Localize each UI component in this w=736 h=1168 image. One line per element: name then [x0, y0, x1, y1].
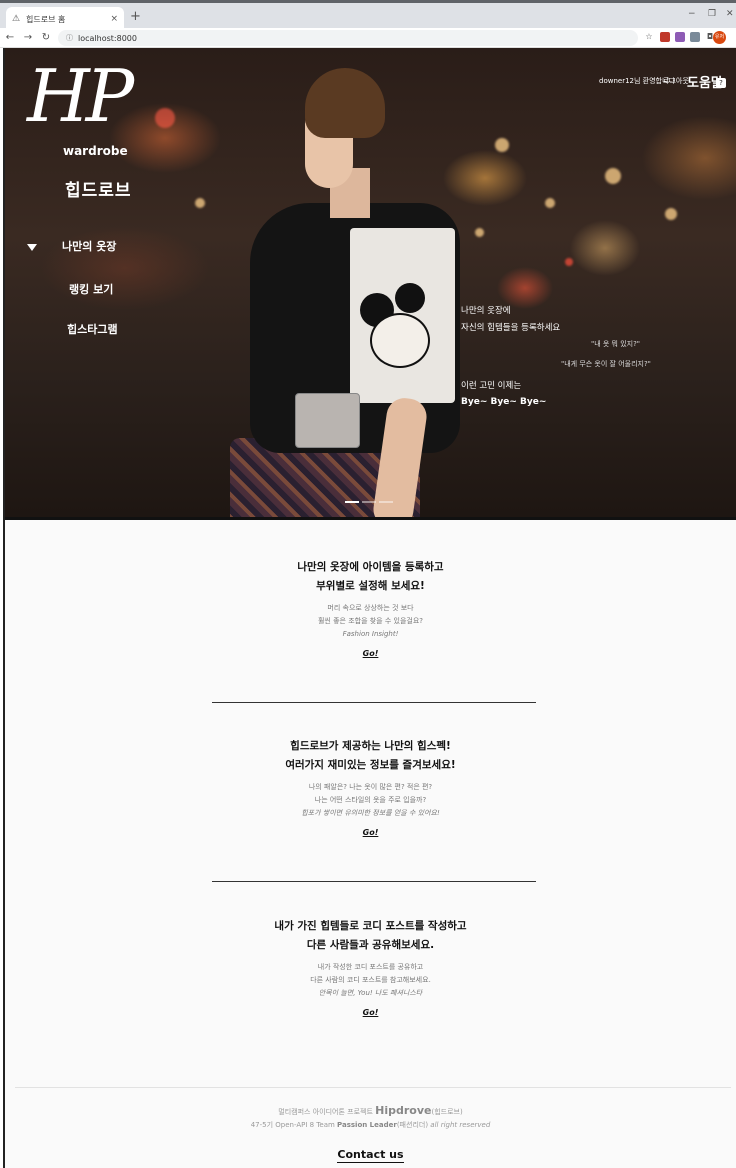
model-hair [305, 68, 385, 138]
section-title: 여러가지 재미있는 정보를 즐겨보세요! [285, 759, 456, 771]
section-body-line: 안목이 늘면, You! 나도 패셔니스타 [318, 989, 423, 997]
feature-hipspec: 힙드로브가 제공하는 나만의 힙스펙! 여러가지 재미있는 정보를 즐겨보세요!… [5, 737, 736, 839]
menu-my-closet[interactable]: 나만의 옷장 [62, 238, 116, 254]
hero-copy-line: 자신의 힙템들을 등록하세요 [461, 323, 561, 333]
contact-us: Contact us [5, 1143, 736, 1163]
section-divider [212, 881, 536, 882]
extension-gear-icon[interactable] [690, 32, 700, 42]
section-body-line: 머리 속으로 상상하는 것 보다 [327, 604, 414, 612]
feature-coordi: 내가 가진 힙템들로 코디 포스트를 작성하고 다른 사람들과 공유해보세요. … [5, 917, 736, 1019]
tab-favicon-icon: ⚠ [12, 13, 21, 24]
minimize-icon[interactable]: − [688, 9, 696, 19]
tab-close-icon[interactable]: × [110, 14, 118, 24]
go-closet-link[interactable]: Go! [363, 649, 379, 658]
caret-down-icon[interactable] [27, 244, 37, 251]
address-bar[interactable]: ⓘ localhost:8000 [58, 30, 638, 46]
bokeh-light [565, 258, 573, 266]
address-url: localhost:8000 [78, 33, 137, 43]
bokeh-light [665, 208, 677, 220]
hero-quote: "내게 무슨 옷이 잘 어울리지?" [561, 360, 651, 368]
hero-banner: HP wardrobe 힙드로브 나만의 옷장 랭킹 보기 힙스타그램 down… [5, 48, 736, 520]
section-body-line: 내가 작성한 코디 포스트를 공유하고 [317, 963, 424, 971]
section-divider [212, 702, 536, 703]
bokeh-light [495, 138, 509, 152]
section-title: 내가 가진 힙템들로 코디 포스트를 작성하고 [274, 920, 467, 932]
bokeh-light [545, 198, 555, 208]
section-title: 다른 사람들과 공유해보세요. [306, 939, 435, 951]
go-coordi-link[interactable]: Go! [363, 1008, 379, 1017]
bokeh-light [195, 198, 205, 208]
bokeh-light [475, 228, 484, 237]
section-body-line: 다른 사람의 코디 포스트를 참고해보세요. [310, 976, 431, 984]
page-body: HP wardrobe 힙드로브 나만의 옷장 랭킹 보기 힙스타그램 down… [3, 48, 736, 1168]
footer-line-project: 멀티캠퍼스 아이디어톤 프로젝트 Hipdrove(힙드로브) [5, 1104, 736, 1119]
footer-text: (힙드로브) [431, 1108, 463, 1116]
section-body-line: 나는 어떤 스타일의 옷을 주로 입을까? [314, 796, 427, 804]
section-body-line: 힙포가 쌓이면 유의미한 정보를 얻을 수 있어요! [301, 809, 440, 817]
carousel-dot[interactable] [345, 501, 359, 503]
footer-line-team: 47-5기 Open-API 8 Team Passion Leader(패션리… [5, 1119, 736, 1132]
browser-toolbar: ← → ↻ ⓘ localhost:8000 ☆ ◘ 유저 [0, 28, 736, 48]
section-body: 나의 패알은? 나는 옷이 많은 편? 적은 편? 나는 어떤 스타일의 옷을 … [5, 781, 736, 820]
browser-tabstrip: ⚠ 힙드로브 홈 × + − ❐ ✕ [0, 0, 736, 31]
model-bag [295, 393, 360, 448]
menu-ranking[interactable]: 랭킹 보기 [69, 281, 113, 297]
section-title: 힙드로브가 제공하는 나만의 힙스펙! [290, 740, 451, 752]
new-tab-button[interactable]: + [130, 9, 141, 24]
section-title: 나만의 옷장에 아이템을 등록하고 [297, 561, 444, 573]
contact-us-link[interactable]: Contact us [337, 1148, 404, 1163]
carousel-indicators [345, 501, 393, 503]
hero-model-photo [220, 68, 470, 517]
section-body-line: 나의 패알은? 나는 옷이 많은 편? 적은 편? [308, 783, 433, 791]
hero-copy-bye: Bye~ Bye~ Bye~ [461, 397, 547, 407]
hero-copy-line: 나만의 옷장에 [461, 306, 511, 316]
logout-link[interactable]: 로그아웃 [663, 76, 689, 86]
footer-text: (패션리더) [396, 1121, 429, 1129]
go-hipspec-link[interactable]: Go! [363, 828, 379, 837]
menu-hipstagram[interactable]: 힙스타그램 [67, 321, 118, 337]
forward-icon[interactable]: → [20, 32, 36, 43]
window-close-icon[interactable]: ✕ [726, 9, 734, 19]
bokeh-light [155, 108, 175, 128]
site-logo[interactable]: HP [27, 60, 134, 132]
carousel-dot[interactable] [362, 501, 376, 503]
hero-quote: "내 옷 뭐 있지?" [591, 340, 641, 348]
footer-team: Passion Leader [337, 1121, 397, 1129]
footer-rights: all right reserved [430, 1121, 491, 1129]
profile-avatar[interactable]: 유저 [713, 31, 726, 44]
section-body-line: Fashion Insight! [342, 630, 399, 638]
maximize-icon[interactable]: ❐ [708, 9, 716, 19]
mickey-head [370, 313, 430, 368]
footer-brand: Hipdrove [375, 1104, 432, 1117]
reload-icon[interactable]: ↻ [38, 32, 54, 43]
footer-text: 멀티캠퍼스 아이디어톤 프로젝트 [278, 1108, 373, 1116]
bookmark-star-icon[interactable]: ☆ [644, 32, 654, 42]
feature-closet: 나만의 옷장에 아이템을 등록하고 부위별로 설정해 보세요! 머리 속으로 상… [5, 558, 736, 660]
tab-title: 힙드로브 홈 [26, 14, 66, 24]
bokeh-light [605, 168, 621, 184]
section-body-line: 훨씬 좋은 조합을 찾을 수 있을걸요? [317, 617, 423, 625]
section-body: 내가 작성한 코디 포스트를 공유하고 다른 사람의 코디 포스트를 참고해보세… [5, 961, 736, 1000]
extension-color-icon[interactable] [675, 32, 685, 42]
info-icon[interactable]: ⓘ [66, 33, 73, 43]
mickey-ear [395, 283, 425, 313]
footer-text: 47-5기 Open-API 8 Team [250, 1121, 335, 1129]
footer-divider [15, 1087, 731, 1088]
hero-copy-line: 이런 고민 이제는 [461, 381, 522, 391]
section-body: 머리 속으로 상상하는 것 보다 훨씬 좋은 조합을 찾을 수 있을걸요? Fa… [5, 602, 736, 641]
brand-wardrobe: wardrobe [63, 144, 128, 158]
extension-pdf-icon[interactable] [660, 32, 670, 42]
back-icon[interactable]: ← [2, 32, 18, 43]
section-title: 부위별로 설정해 보세요! [316, 580, 425, 592]
brand-korean[interactable]: 힙드로브 [65, 176, 132, 201]
footer: 멀티캠퍼스 아이디어톤 프로젝트 Hipdrove(힙드로브) 47-5기 Op… [5, 1104, 736, 1132]
help-icon[interactable]: ? [716, 78, 726, 88]
carousel-dot[interactable] [379, 501, 393, 503]
